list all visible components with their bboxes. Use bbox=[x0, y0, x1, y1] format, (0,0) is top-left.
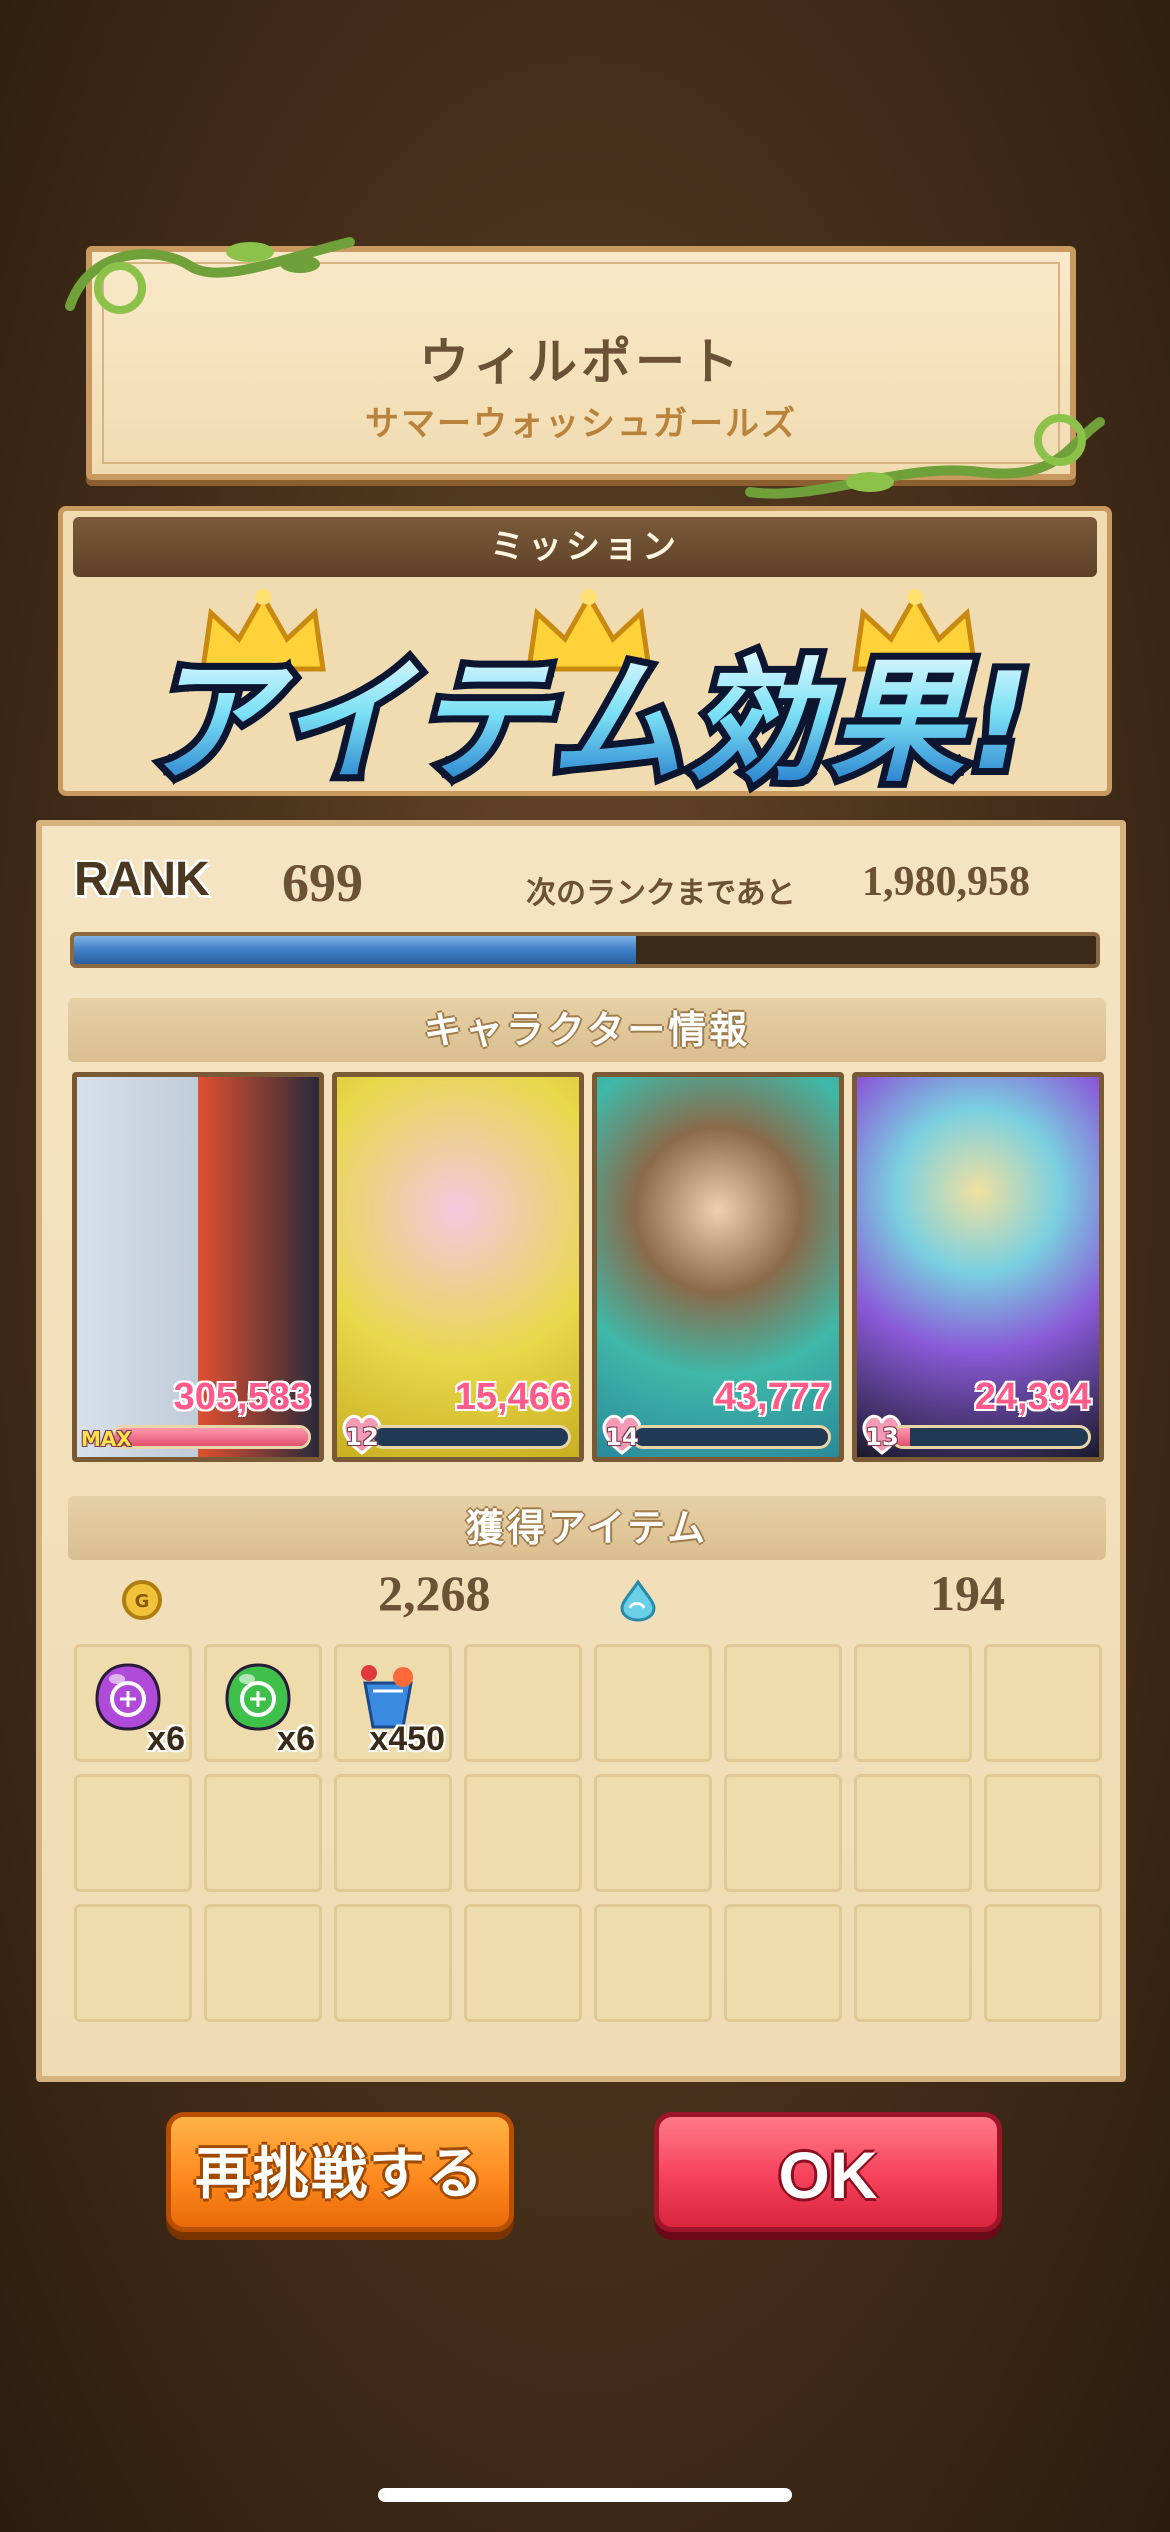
item-slot[interactable] bbox=[724, 1904, 842, 2022]
item-slot[interactable] bbox=[74, 1904, 192, 2022]
item-slot[interactable] bbox=[984, 1904, 1102, 2022]
vine-decoration-bottom bbox=[745, 414, 1105, 499]
character-score: 305,583 bbox=[173, 1376, 311, 1418]
character-card[interactable]: 305,583 MAX bbox=[72, 1072, 324, 1462]
rank-progress-bar bbox=[70, 932, 1100, 968]
item-effect-text: アイテム効果! bbox=[143, 644, 1037, 800]
mission-header: ミッション bbox=[73, 517, 1097, 577]
item-count: x6 bbox=[277, 1720, 315, 1758]
character-affection-gauge bbox=[371, 1425, 571, 1449]
item-count: x6 bbox=[147, 1720, 185, 1758]
item-slot[interactable] bbox=[984, 1644, 1102, 1762]
item-effect-banner: アイテム効果! bbox=[136, 637, 1038, 807]
item-slot[interactable] bbox=[204, 1774, 322, 1892]
character-card[interactable]: 24,394 13 bbox=[852, 1072, 1104, 1462]
retry-button[interactable]: 再挑戦する bbox=[166, 2112, 514, 2232]
character-score: 15,466 bbox=[454, 1376, 571, 1418]
item-slot[interactable]: x450 bbox=[334, 1644, 452, 1762]
gauge-fill bbox=[114, 1428, 308, 1446]
character-card[interactable]: 43,777 14 bbox=[592, 1072, 844, 1462]
rank-label: RANK bbox=[74, 853, 210, 906]
item-slot[interactable] bbox=[204, 1904, 322, 2022]
character-level: 14 bbox=[605, 1423, 639, 1451]
item-slot[interactable] bbox=[464, 1774, 582, 1892]
item-slot[interactable] bbox=[724, 1644, 842, 1762]
item-slot[interactable] bbox=[334, 1904, 452, 2022]
gold-coin-icon: G bbox=[122, 1580, 162, 1620]
character-level: 12 bbox=[345, 1423, 379, 1451]
rank-value: 699 bbox=[282, 853, 363, 913]
item-slot[interactable] bbox=[854, 1904, 972, 2022]
rank-progress-fill bbox=[74, 936, 637, 964]
item-slot[interactable] bbox=[594, 1644, 712, 1762]
character-level: MAX bbox=[81, 1427, 132, 1451]
character-affection-gauge bbox=[891, 1425, 1091, 1449]
character-level: 13 bbox=[865, 1423, 899, 1451]
character-affection-gauge bbox=[631, 1425, 831, 1449]
obtained-items-header: 獲得アイテム bbox=[68, 1496, 1106, 1560]
item-slot[interactable] bbox=[464, 1904, 582, 2022]
blue-drop-icon bbox=[620, 1579, 656, 1622]
exp-value: 194 bbox=[930, 1565, 1005, 1621]
item-slot[interactable] bbox=[724, 1774, 842, 1892]
item-grid: x6 x6 x450 bbox=[74, 1644, 1104, 2022]
ok-button[interactable]: OK bbox=[654, 2112, 1002, 2232]
item-slot[interactable] bbox=[854, 1774, 972, 1892]
result-panel: RANK 699 次のランクまであと 1,980,958 キャラクター情報 30… bbox=[36, 820, 1126, 2082]
character-score: 43,777 bbox=[714, 1376, 831, 1418]
item-slot[interactable] bbox=[334, 1774, 452, 1892]
item-slot[interactable] bbox=[594, 1774, 712, 1892]
gold-value: 2,268 bbox=[378, 1565, 491, 1621]
next-rank-label: 次のランクまであと bbox=[526, 876, 796, 911]
next-rank-value: 1,980,958 bbox=[862, 859, 1030, 905]
item-slot[interactable] bbox=[854, 1644, 972, 1762]
item-slot[interactable] bbox=[594, 1904, 712, 2022]
character-affection-gauge bbox=[111, 1425, 311, 1449]
item-slot[interactable] bbox=[74, 1774, 192, 1892]
vine-decoration-top bbox=[65, 237, 355, 314]
svg-text:G: G bbox=[135, 1591, 150, 1612]
character-score: 24,394 bbox=[974, 1376, 1091, 1418]
character-info-header: キャラクター情報 bbox=[68, 998, 1106, 1062]
item-count: x450 bbox=[369, 1720, 445, 1758]
item-slot[interactable] bbox=[464, 1644, 582, 1762]
item-slot[interactable] bbox=[984, 1774, 1102, 1892]
item-slot[interactable]: x6 bbox=[74, 1644, 192, 1762]
item-slot[interactable]: x6 bbox=[204, 1644, 322, 1762]
home-indicator[interactable] bbox=[378, 2488, 792, 2502]
character-card[interactable]: 15,466 12 bbox=[332, 1072, 584, 1462]
